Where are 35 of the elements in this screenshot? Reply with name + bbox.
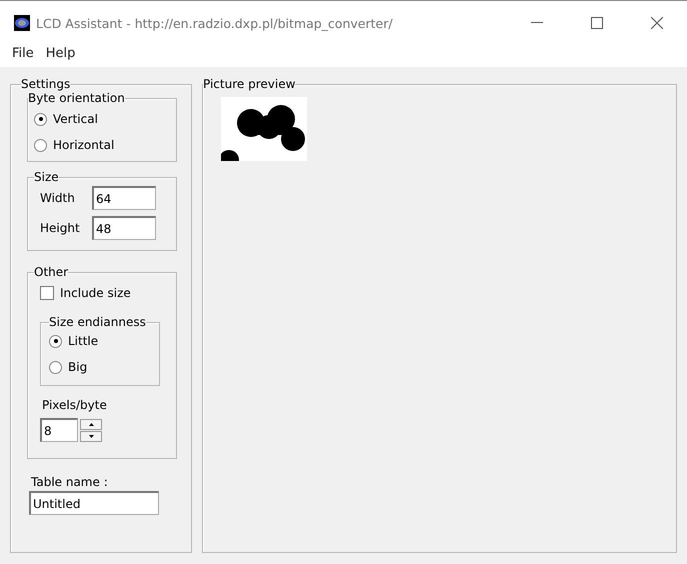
caret-down-icon (88, 434, 94, 438)
maximize-icon[interactable] (591, 17, 603, 29)
number-field[interactable]: 8 (40, 418, 78, 442)
menu-item[interactable]: Help (42, 46, 80, 60)
group-title: Size endianness (49, 315, 146, 329)
number-field[interactable]: 64 (92, 186, 156, 210)
number-field[interactable]: 48 (92, 216, 156, 240)
group-title: Picture preview (203, 77, 296, 91)
radio-button[interactable] (49, 360, 62, 374)
caret-up-icon (88, 422, 94, 426)
field-label: Width (40, 191, 75, 205)
group-title: Size (34, 170, 59, 184)
group-title: Byte orientation (28, 91, 125, 105)
group-title: Other (34, 265, 68, 279)
radio-button[interactable] (34, 138, 47, 152)
field-label: Height (40, 221, 80, 235)
radio-label: Little (68, 334, 98, 348)
spin-up-button[interactable] (80, 418, 102, 430)
radio-label: Big (68, 360, 88, 374)
radio-button[interactable] (34, 112, 47, 126)
minimize-icon[interactable] (531, 22, 543, 24)
close-icon[interactable] (651, 17, 663, 29)
radio-label: Vertical (53, 112, 98, 126)
menu-item[interactable]: File (8, 46, 38, 60)
field-label: Pixels/byte (42, 398, 108, 412)
app-icon (14, 15, 30, 31)
window-title: LCD Assistant - http://en.radzio.dxp.pl/bitmap_converter/ (36, 16, 394, 30)
group-title: Settings (21, 77, 70, 91)
field-label: Table name : (31, 475, 109, 489)
radio-button[interactable] (49, 334, 62, 348)
radio-label: Horizontal (53, 138, 114, 152)
spin-down-button[interactable] (80, 430, 102, 442)
table-name-field[interactable]: Untitled (29, 491, 159, 515)
checkbox-label: Include size (60, 286, 131, 300)
checkbox[interactable] (40, 286, 54, 300)
